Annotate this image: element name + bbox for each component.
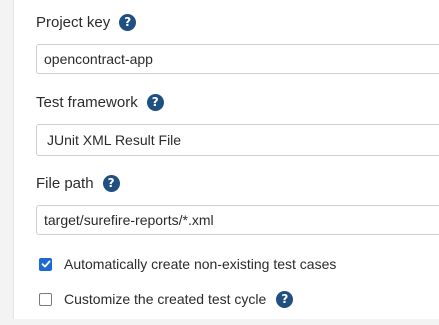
customize-cycle-help-icon[interactable]: ? — [276, 290, 294, 308]
project-key-label-row: Project key ? — [36, 11, 137, 33]
test-framework-select[interactable]: JUnit XML Result File — [36, 124, 439, 156]
bottom-edge — [0, 319, 439, 325]
auto-create-row[interactable]: Automatically create non-existing test c… — [39, 254, 336, 274]
project-key-input[interactable]: opencontract-app — [36, 44, 439, 74]
customize-cycle-label: Customize the created test cycle — [64, 291, 267, 307]
customize-cycle-row[interactable]: Customize the created test cycle ? — [39, 289, 294, 309]
auto-create-checkbox[interactable] — [39, 257, 52, 271]
test-framework-label: Test framework — [36, 93, 138, 111]
test-framework-help-icon[interactable]: ? — [146, 93, 164, 111]
auto-create-label: Automatically create non-existing test c… — [64, 256, 337, 272]
test-framework-label-row: Test framework ? — [36, 91, 164, 113]
file-path-label: File path — [36, 174, 94, 192]
project-key-label: Project key — [36, 13, 111, 31]
checkmark-icon — [41, 260, 50, 268]
test-framework-selected-value: JUnit XML Result File — [47, 132, 182, 148]
project-key-value: opencontract-app — [44, 51, 153, 67]
file-path-help-icon[interactable]: ? — [102, 174, 120, 192]
sidebar-edge — [0, 0, 14, 325]
customize-cycle-checkbox[interactable] — [39, 292, 52, 306]
file-path-label-row: File path ? — [36, 172, 120, 194]
project-key-help-icon[interactable]: ? — [119, 13, 137, 31]
file-path-input[interactable]: target/surefire-reports/*.xml — [36, 205, 439, 235]
file-path-value: target/surefire-reports/*.xml — [44, 212, 214, 228]
